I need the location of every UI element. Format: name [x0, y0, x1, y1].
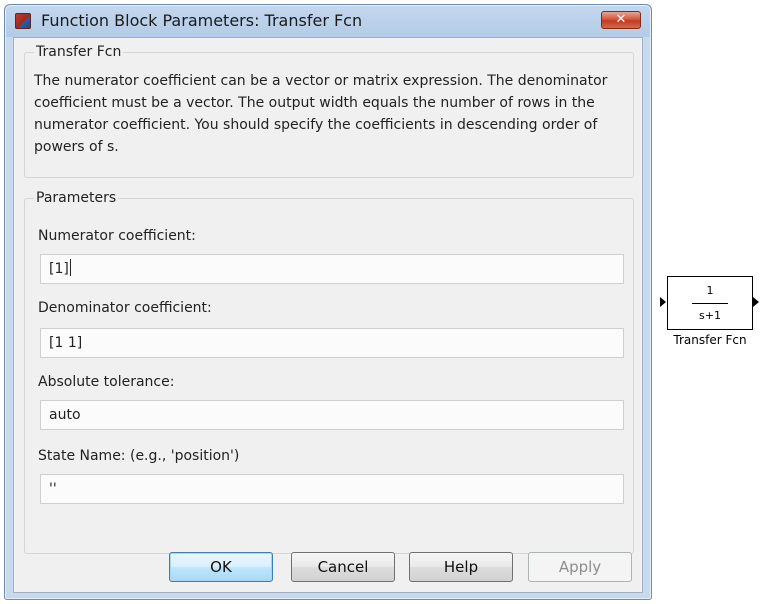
- state-name-label: State Name: (e.g., 'position'): [38, 448, 240, 464]
- block-denominator: s+1: [699, 309, 721, 322]
- block-description-text: The numerator coefficient can be a vecto…: [34, 73, 608, 155]
- state-name-input[interactable]: '': [40, 474, 624, 504]
- close-button[interactable]: ✕: [601, 11, 641, 29]
- simulink-app-icon: [15, 13, 31, 29]
- numerator-value: [1]: [49, 261, 69, 277]
- denominator-input[interactable]: [1 1]: [40, 328, 624, 358]
- dialog-window: Function Block Parameters: Transfer Fcn …: [4, 4, 652, 600]
- help-button[interactable]: Help: [409, 552, 513, 582]
- block-input-port[interactable]: [660, 297, 666, 307]
- absolute-tolerance-label: Absolute tolerance:: [38, 374, 175, 390]
- apply-button[interactable]: Apply: [528, 552, 632, 582]
- transfer-fcn-block[interactable]: 1 s+1: [667, 276, 753, 330]
- block-output-port[interactable]: [753, 297, 759, 307]
- window-title: Function Block Parameters: Transfer Fcn: [41, 11, 363, 30]
- denominator-value: [1 1]: [49, 335, 83, 351]
- title-bar[interactable]: Function Block Parameters: Transfer Fcn …: [5, 5, 651, 35]
- numerator-input[interactable]: [1]: [40, 254, 624, 284]
- state-name-value: '': [49, 481, 57, 497]
- ok-button[interactable]: OK: [169, 552, 273, 582]
- cancel-button[interactable]: Cancel: [291, 552, 395, 582]
- fraction-line: [692, 303, 728, 304]
- denominator-label: Denominator coefficient:: [38, 300, 212, 316]
- parameters-title: Parameters: [34, 190, 119, 206]
- dialog-client-area: Transfer Fcn The numerator coefficient c…: [13, 37, 643, 593]
- numerator-label: Numerator coefficient:: [38, 228, 196, 244]
- absolute-tolerance-input[interactable]: auto: [40, 400, 624, 430]
- absolute-tolerance-value: auto: [49, 407, 81, 423]
- text-cursor: [69, 259, 71, 276]
- block-numerator: 1: [706, 284, 714, 297]
- block-name-label[interactable]: Transfer Fcn: [640, 333, 774, 347]
- block-description-title: Transfer Fcn: [34, 44, 124, 60]
